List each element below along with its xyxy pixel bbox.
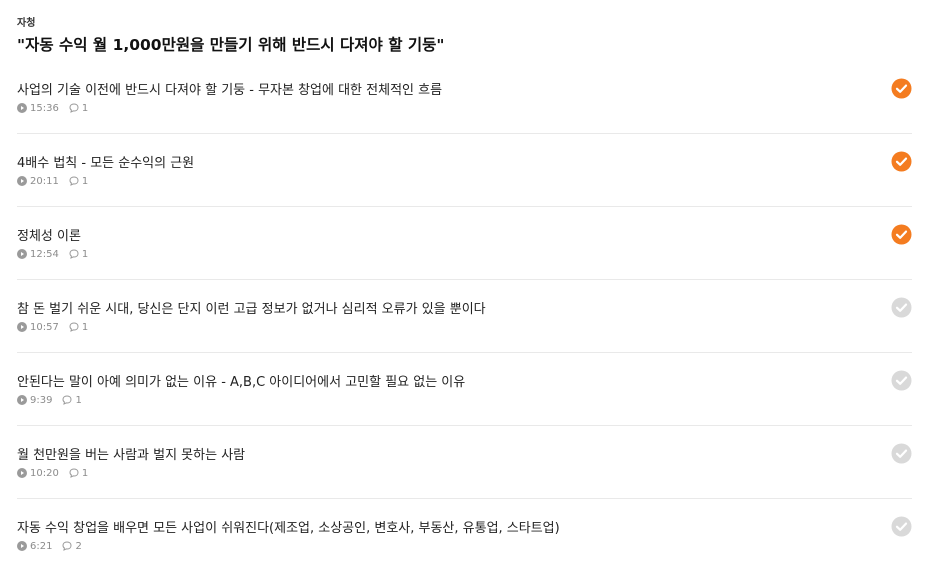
play-icon: [17, 249, 27, 259]
lesson-meta: 15:36 1: [17, 102, 88, 114]
comment-icon: [62, 395, 72, 405]
play-icon: [17, 395, 27, 405]
comment-count: 1: [81, 321, 89, 333]
lesson-title[interactable]: 정체성 이론: [17, 225, 81, 244]
completed-check-icon[interactable]: [891, 151, 912, 172]
play-icon: [17, 103, 27, 113]
lesson-meta: 20:11 1: [17, 175, 88, 187]
comment-count: 1: [81, 102, 89, 114]
comment-count: 1: [75, 394, 82, 406]
lesson-title[interactable]: 안된다는 말이 아예 의미가 없는 이유 - A,B,C 아이디어에서 고민할 …: [17, 371, 465, 390]
lesson-meta: 12:54 1: [17, 248, 88, 260]
lesson-title[interactable]: 4배수 법칙 - 모든 순수익의 근원: [17, 152, 194, 171]
completed-check-icon[interactable]: [891, 78, 912, 99]
play-icon: [17, 541, 27, 551]
play-icon: [17, 176, 27, 186]
comment-icon: [69, 176, 79, 186]
comment-count: 1: [81, 467, 89, 479]
lesson-item[interactable]: 4배수 법칙 - 모든 순수익의 근원 20:11 1: [17, 134, 912, 207]
play-icon: [17, 322, 27, 332]
incomplete-check-icon[interactable]: [891, 370, 912, 391]
play-icon: [17, 468, 27, 478]
comment-count: 1: [81, 248, 89, 260]
lesson-duration: 15:36: [30, 102, 59, 114]
lesson-title[interactable]: 사업의 기술 이전에 반드시 다져야 할 기둥 - 무자본 창업에 대한 전체적…: [17, 79, 442, 98]
lesson-duration: 20:11: [30, 175, 59, 187]
lesson-item[interactable]: 안된다는 말이 아예 의미가 없는 이유 - A,B,C 아이디어에서 고민할 …: [17, 353, 912, 426]
comment-icon: [69, 468, 79, 478]
section-title: "자동 수익 월 1,000만원을 만들기 위해 반드시 다져야 할 기둥": [17, 36, 445, 54]
completed-check-icon[interactable]: [891, 224, 912, 245]
comment-count: 1: [81, 175, 89, 187]
lesson-title[interactable]: 참 돈 벌기 쉬운 시대, 당신은 단지 이런 고급 정보가 없거나 심리적 오…: [17, 298, 486, 317]
incomplete-check-icon[interactable]: [891, 443, 912, 464]
lesson-duration: 12:54: [30, 248, 59, 260]
lesson-meta: 9:39 1: [17, 394, 82, 406]
lesson-meta: 10:57 1: [17, 321, 88, 333]
lesson-meta: 10:20 1: [17, 467, 88, 479]
comment-icon: [69, 103, 79, 113]
lesson-title[interactable]: 월 천만원을 버는 사람과 벌지 못하는 사람: [17, 444, 245, 463]
comment-count: 2: [75, 540, 82, 552]
comment-icon: [62, 541, 72, 551]
lesson-item[interactable]: 정체성 이론 12:54 1: [17, 207, 912, 280]
incomplete-check-icon[interactable]: [891, 297, 912, 318]
comment-icon: [69, 322, 79, 332]
incomplete-check-icon[interactable]: [891, 516, 912, 537]
lesson-item[interactable]: 월 천만원을 버는 사람과 벌지 못하는 사람 10:20 1: [17, 426, 912, 499]
lesson-duration: 6:21: [30, 540, 53, 552]
lesson-item[interactable]: 참 돈 벌기 쉬운 시대, 당신은 단지 이런 고급 정보가 없거나 심리적 오…: [17, 280, 912, 353]
lesson-duration: 10:57: [30, 321, 59, 333]
comment-icon: [69, 249, 79, 259]
lesson-duration: 10:20: [30, 467, 59, 479]
lesson-meta: 6:21 2: [17, 540, 82, 552]
lesson-title[interactable]: 자동 수익 창업을 배우면 모든 사업이 쉬워진다(제조업, 소상공인, 변호사…: [17, 517, 560, 536]
lesson-item[interactable]: 자동 수익 창업을 배우면 모든 사업이 쉬워진다(제조업, 소상공인, 변호사…: [17, 499, 912, 571]
lesson-duration: 9:39: [30, 394, 53, 406]
lesson-list: 사업의 기술 이전에 반드시 다져야 할 기둥 - 무자본 창업에 대한 전체적…: [17, 61, 912, 571]
lesson-item[interactable]: 사업의 기술 이전에 반드시 다져야 할 기둥 - 무자본 창업에 대한 전체적…: [17, 61, 912, 134]
author-name: 자청: [17, 18, 36, 29]
